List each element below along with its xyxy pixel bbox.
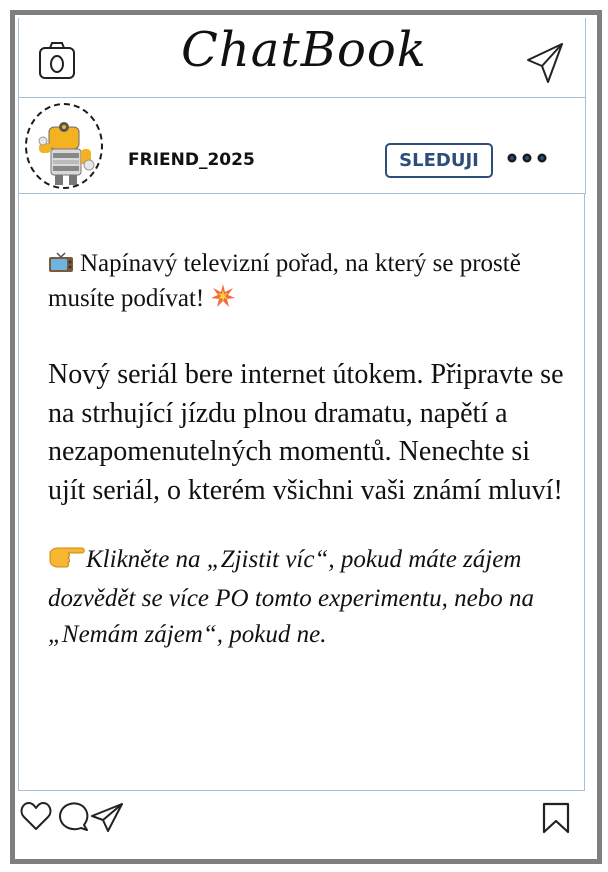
post-text: Napínavý televizní pořad, na který se pr… [48, 248, 568, 653]
heart-icon[interactable] [20, 801, 52, 836]
tv-icon [48, 251, 74, 283]
send-icon[interactable] [526, 42, 564, 89]
post-intro-text: Napínavý televizní pořad, na který se pr… [48, 250, 521, 312]
bookmark-icon[interactable] [541, 802, 571, 839]
post-body-text: Nový seriál bere internet útokem. Připra… [48, 359, 564, 506]
post-cta-text: Klikněte na „Zjistit víc“, pokud máte zá… [48, 546, 534, 648]
post-cta-paragraph: Klikněte na „Zjistit víc“, pokud máte zá… [48, 542, 568, 653]
app-logo: ChatBook [181, 22, 427, 78]
username[interactable]: FRIEND_2025 [128, 150, 255, 170]
share-send-icon[interactable] [90, 802, 124, 837]
more-options-icon[interactable] [506, 151, 548, 170]
follow-button[interactable]: SLEDUJI [385, 143, 493, 178]
post-intro-paragraph: Napínavý televizní pořad, na který se pr… [48, 248, 568, 318]
pointing-hand-icon [48, 542, 86, 581]
collision-icon [210, 283, 236, 318]
avatar[interactable] [25, 103, 103, 189]
header-divider [18, 97, 586, 98]
comment-icon[interactable] [57, 801, 89, 836]
